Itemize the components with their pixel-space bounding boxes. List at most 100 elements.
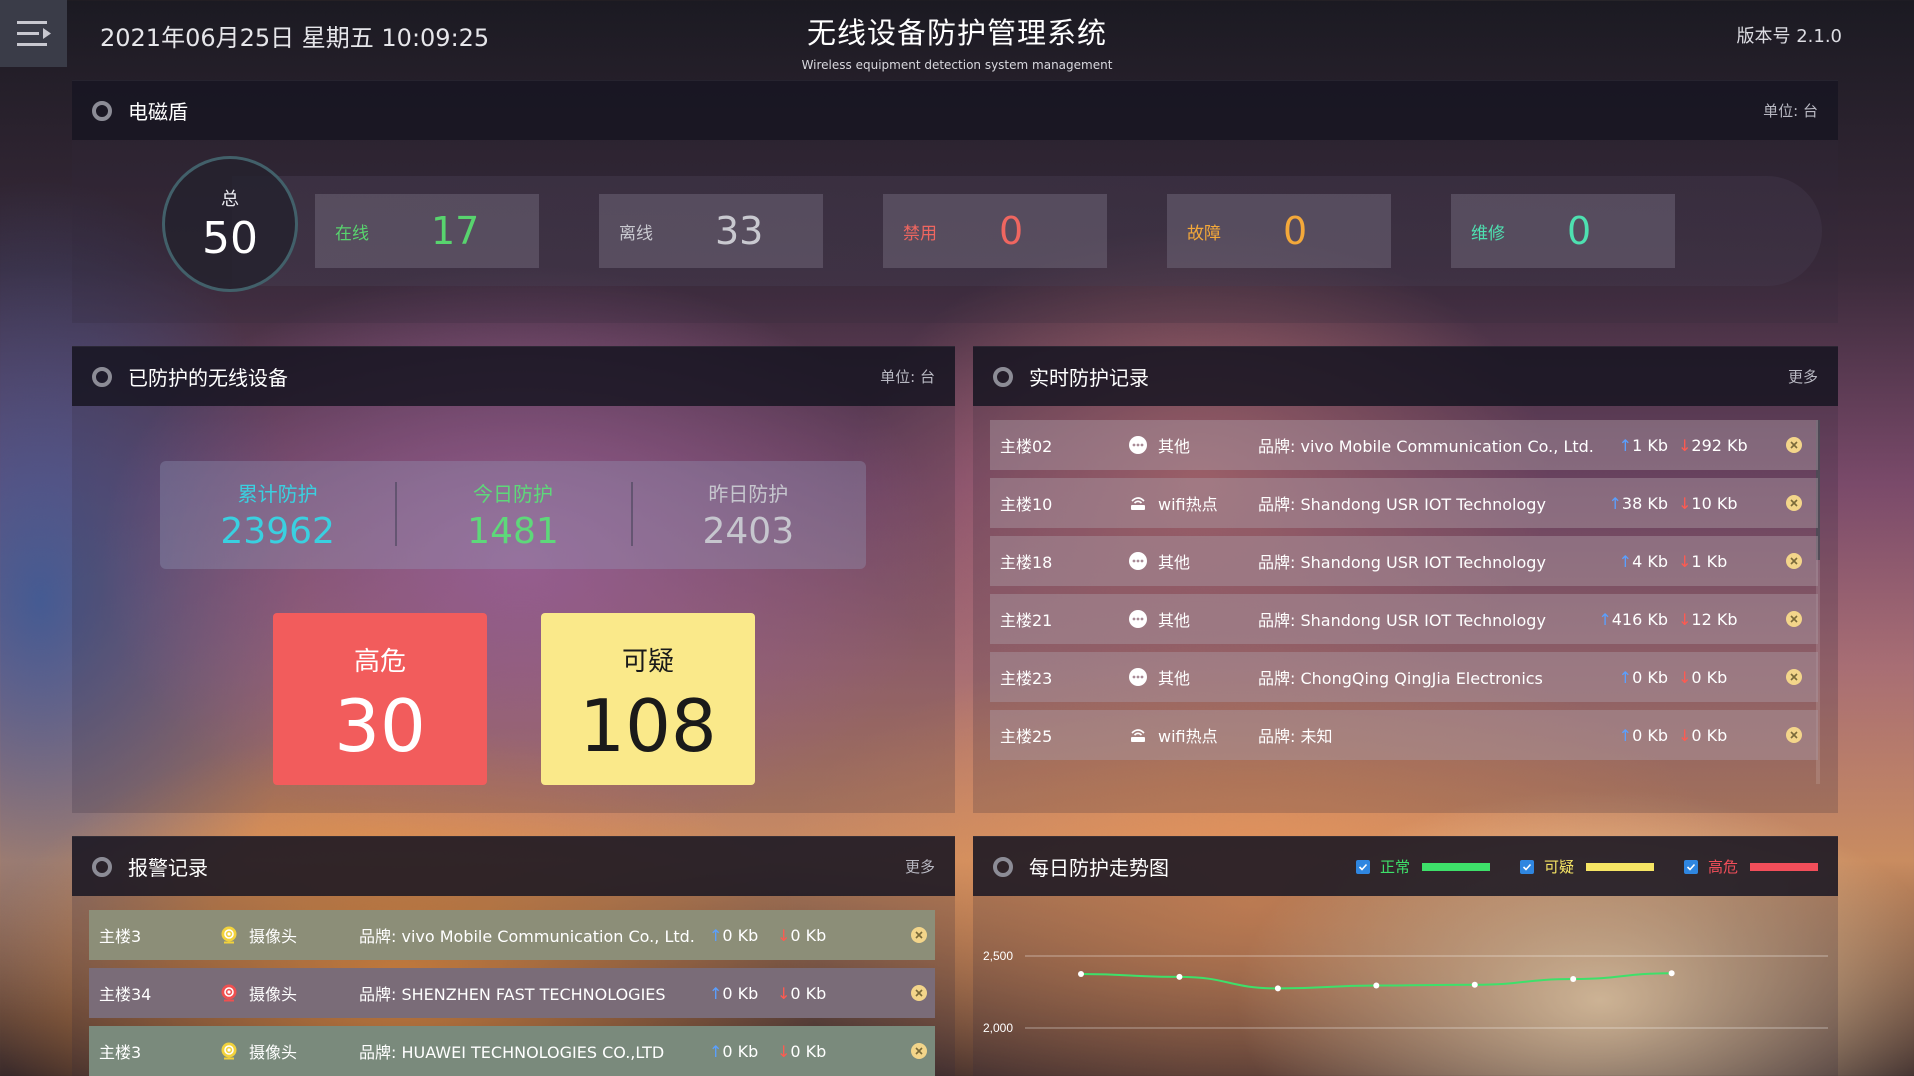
dismiss-button[interactable] [1786, 553, 1802, 569]
dismiss-button[interactable] [1786, 669, 1802, 685]
arrow-up-icon: ↑ [1618, 667, 1633, 687]
dismiss-button[interactable] [911, 927, 927, 943]
dismiss-button[interactable] [1786, 611, 1802, 627]
legend-checkbox[interactable] [1355, 859, 1370, 874]
suspicious-card[interactable]: 可疑 108 [541, 613, 755, 785]
dismiss-button[interactable] [1786, 727, 1802, 743]
download-value: 0 Kb [790, 983, 827, 1003]
table-row[interactable]: 主楼25 wifi热点 品牌: 未知 ↑0 Kb ↓0 Kb [990, 710, 1818, 760]
dismiss-button[interactable] [1786, 437, 1802, 453]
upload-value: 416 Kb [1611, 609, 1668, 629]
legend-checkbox[interactable] [1683, 859, 1698, 874]
stat-repair: 维修 0 [1451, 194, 1675, 268]
legend-item[interactable]: 可疑 [1519, 856, 1654, 877]
table-row[interactable]: 主楼21 其他 品牌: Shandong USR IOT Technology ↑41… [990, 594, 1818, 644]
dismiss-button[interactable] [911, 985, 927, 1001]
legend-item[interactable]: 高危 [1683, 856, 1818, 877]
high-risk-card[interactable]: 高危 30 [273, 613, 487, 785]
row-brand: 品牌: Shandong USR IOT Technology [1258, 611, 1546, 630]
stat-value: 0 [1283, 209, 1308, 253]
arrow-up-icon: ↑ [1618, 725, 1633, 745]
download-value: 0 Kb [1691, 725, 1728, 745]
ring-icon [92, 100, 112, 121]
close-icon [1790, 441, 1798, 449]
row-type-label: 摄像头 [249, 985, 298, 1004]
arrow-up-icon: ↑ [709, 925, 723, 945]
row-type-label: wifi热点 [1158, 727, 1218, 746]
y-tick-label: 2,500 [983, 949, 1013, 963]
row-type: 其他 [1128, 607, 1258, 631]
row-type-label: 其他 [1158, 611, 1191, 630]
stat-value: 33 [715, 209, 764, 253]
table-row[interactable]: 主楼34 摄像头 品牌: SHENZHEN FAST TECHNOLOGIES ↑0 … [89, 968, 935, 1018]
table-row[interactable]: 主楼3 摄像头 品牌: vivo Mobile Communication Co.,… [89, 910, 935, 960]
alarm-more-link[interactable]: 更多 [905, 856, 935, 877]
data-point[interactable] [1668, 970, 1675, 977]
close-icon [1790, 673, 1798, 681]
page-title: 无线设备防护管理系统 [806, 16, 1107, 50]
camera-icon [221, 926, 237, 944]
data-point[interactable] [1176, 973, 1183, 980]
table-row[interactable]: 主楼10 wifi热点 品牌: Shandong USR IOT Technolog… [990, 478, 1818, 528]
row-type: 其他 [1128, 665, 1258, 689]
row-download: ↓0 Kb [757, 926, 827, 945]
data-point[interactable] [1373, 982, 1380, 989]
download-value: 0 Kb [1691, 667, 1728, 687]
row-download: ↓12 Kb [1668, 610, 1742, 629]
header-title-block: 无线设备防护管理系统 Wireless equipment detection … [0, 10, 1914, 72]
stat-fault: 故障 0 [1167, 194, 1391, 268]
table-row[interactable]: 主楼3 摄像头 品牌: HUAWEI TECHNOLOGIES CO.,LTD ↑0 … [89, 1026, 935, 1076]
stat-label: 在线 [335, 223, 369, 244]
close-icon [1790, 557, 1798, 565]
summary-yesterday: 昨日防护 2403 [630, 478, 866, 552]
row-download: ↓0 Kb [757, 1042, 827, 1061]
legend-swatch [1750, 862, 1818, 871]
ring-icon [92, 856, 112, 877]
alarm-list[interactable]: 主楼3 摄像头 品牌: vivo Mobile Communication Co.,… [72, 896, 955, 1076]
legend-item[interactable]: 正常 [1355, 856, 1490, 877]
close-icon [915, 931, 923, 939]
row-location: 主楼10 [1000, 495, 1053, 514]
table-row[interactable]: 主楼02 其他 品牌: vivo Mobile Communication Co.,… [990, 420, 1818, 470]
dismiss-button[interactable] [911, 1043, 927, 1059]
arrow-up-icon: ↑ [1598, 609, 1612, 629]
data-point[interactable] [1570, 976, 1577, 983]
row-download: ↓1 Kb [1668, 552, 1742, 571]
upload-value: 38 Kb [1621, 493, 1668, 513]
close-icon [1790, 731, 1798, 739]
stat-value: 0 [1567, 209, 1592, 253]
row-location: 主楼3 [99, 927, 142, 946]
arrow-down-icon: ↓ [1678, 435, 1692, 455]
alarm-title: 报警记录 [128, 856, 208, 880]
dismiss-button[interactable] [1786, 495, 1802, 511]
row-upload: ↑38 Kb [1598, 493, 1669, 513]
chat-bubble-icon [1129, 552, 1147, 570]
arrow-up-icon: ↑ [1608, 493, 1622, 513]
realtime-more-link[interactable]: 更多 [1788, 366, 1818, 387]
em-shield-unit: 单位: 台 [1763, 102, 1818, 120]
em-shield-panel: 电磁盾 单位: 台 总 50 在线 17 离线 33 禁用 0 故障 0 维修 … [72, 80, 1838, 323]
realtime-list[interactable]: 主楼02 其他 品牌: vivo Mobile Communication Co.,… [973, 406, 1838, 813]
data-point[interactable] [1471, 981, 1478, 988]
row-brand: 品牌: Shandong USR IOT Technology [1258, 553, 1546, 572]
trend-chart: 2,500 2,000 [983, 949, 1828, 1035]
protected-body: 累计防护 23962 今日防护 1481 昨日防护 2403 高危 30 可疑 … [72, 406, 955, 813]
data-point[interactable] [1274, 985, 1281, 992]
wifi-router-icon [1131, 497, 1145, 510]
table-row[interactable]: 主楼23 其他 品牌: ChongQing QingJia Electronics ↑… [990, 652, 1818, 702]
trend-title: 每日防护走势图 [1029, 856, 1169, 880]
data-point[interactable] [1078, 971, 1084, 977]
summary-today: 今日防护 1481 [395, 478, 630, 552]
row-brand: 品牌: vivo Mobile Communication Co., Ltd. [1258, 437, 1594, 456]
row-location: 主楼25 [1000, 727, 1053, 746]
legend-checkbox[interactable] [1519, 859, 1534, 874]
ring-icon [993, 856, 1013, 877]
suspicious-value: 108 [579, 684, 717, 768]
row-type: wifi热点 [1128, 491, 1258, 515]
summary-value: 23962 [220, 511, 335, 552]
table-row[interactable]: 主楼18 其他 品牌: Shandong USR IOT Technology ↑4 … [990, 536, 1818, 586]
row-type-label: 摄像头 [249, 1043, 298, 1062]
row-brand: 品牌: SHENZHEN FAST TECHNOLOGIES [359, 985, 666, 1004]
summary-value: 2403 [702, 511, 795, 552]
row-upload: ↑416 Kb [1598, 610, 1668, 629]
